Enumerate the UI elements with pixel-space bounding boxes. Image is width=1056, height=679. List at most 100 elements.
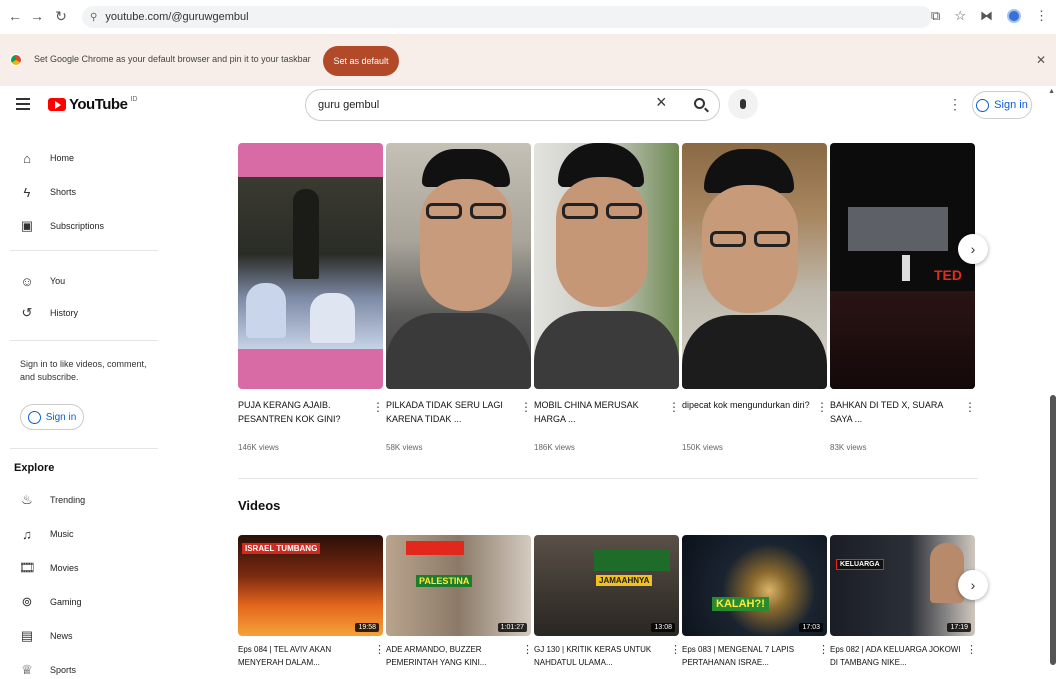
settings-kebab-icon[interactable]: ⋮ (948, 96, 962, 113)
sidebar-item-movies[interactable]: 🎞 Movies (0, 555, 160, 581)
video-title[interactable]: Eps 084 | TEL AVIV AKAN MENYERAH DALAM..… (238, 643, 370, 669)
more-actions-icon[interactable]: ⋮ (816, 400, 828, 414)
more-actions-icon[interactable]: ⋮ (374, 643, 385, 656)
sidebar-sign-in-button[interactable]: Sign in (20, 404, 84, 430)
short-views: 186K views (534, 443, 575, 452)
sidebar-item-label: You (50, 276, 66, 286)
more-actions-icon[interactable]: ⋮ (670, 643, 681, 656)
short-title[interactable]: BAHKAN DI TED X, SUARA SAYA ... (830, 398, 958, 426)
search-button[interactable] (684, 92, 714, 114)
scroll-up-icon[interactable]: ▲ (1048, 88, 1055, 95)
sidebar-item-label: Gaming (50, 597, 82, 607)
sidebar-item-label: News (50, 631, 73, 641)
short-thumbnail[interactable] (682, 143, 827, 389)
reload-icon[interactable]: ↻ (50, 8, 72, 25)
video-thumbnail[interactable]: ISRAEL TUMBANG 19:58 (238, 535, 383, 636)
shorts-next-button[interactable]: › (958, 234, 988, 264)
chrome-menu-icon[interactable]: ⋮ (1035, 8, 1048, 24)
page-scrollbar[interactable] (1050, 395, 1056, 665)
set-as-default-button[interactable]: Set as default (323, 46, 399, 76)
infobar-message: Set Google Chrome as your default browse… (34, 54, 311, 64)
news-icon: ▤ (20, 628, 34, 643)
ted-logo: TED (934, 267, 962, 283)
youtube-header: YouTube ID guru gembul × ⋮ Sign in (0, 86, 1056, 130)
address-bar[interactable]: ⚲ youtube.com/@guruwgembul (82, 6, 932, 28)
clear-search-icon[interactable]: × (656, 92, 667, 113)
short-card[interactable]: dipecat kok mengundurkan diri? 150K view… (682, 143, 828, 452)
sidebar-item-trending[interactable]: ♨ Trending (0, 487, 160, 513)
video-thumbnail[interactable]: KELUARGA 17:19 (830, 535, 975, 636)
short-thumbnail[interactable] (534, 143, 679, 389)
sidebar-item-subscriptions[interactable]: ▣ Subscriptions (0, 213, 160, 239)
video-duration: 19:58 (355, 623, 379, 632)
hamburger-menu-icon[interactable] (16, 98, 30, 110)
short-card[interactable]: MOBIL CHINA MERUSAK HARGA ... 186K views… (534, 143, 680, 452)
video-title[interactable]: Eps 083 | MENGENAL 7 LAPIS PERTAHANAN IS… (682, 643, 814, 669)
close-icon[interactable]: ✕ (1036, 53, 1046, 67)
more-actions-icon[interactable]: ⋮ (668, 400, 680, 414)
sidebar-item-label: Music (50, 529, 74, 539)
microphone-icon (740, 99, 746, 109)
short-title[interactable]: PUJA KERANG AJAIB. PESANTREN KOK GINI? (238, 398, 366, 426)
default-browser-infobar: Set Google Chrome as your default browse… (0, 34, 1056, 86)
bookmark-star-icon[interactable]: ☆ (954, 8, 966, 24)
profile-avatar[interactable] (1007, 9, 1021, 23)
shorts-icon: ϟ (23, 184, 31, 200)
sidebar: ⌂ Home ϟ Shorts ▣ Subscriptions ☺ You ↺ … (0, 130, 160, 679)
more-actions-icon[interactable]: ⋮ (818, 643, 829, 656)
video-thumbnail[interactable]: KALAH?! 17:03 (682, 535, 827, 636)
sidebar-item-label: Subscriptions (50, 221, 105, 231)
video-title[interactable]: Eps 082 | ADA KELUARGA JOKOWI DI TAMBANG… (830, 643, 962, 669)
extensions-icon[interactable]: ⧓ (980, 8, 993, 24)
youtube-logo[interactable]: YouTube ID (48, 96, 137, 113)
forward-icon[interactable]: → (26, 8, 48, 24)
you-icon: ☺ (20, 273, 34, 289)
sidebar-item-news[interactable]: ▤ News (0, 623, 160, 649)
sidebar-item-sports[interactable]: ♕ Sports (0, 657, 160, 679)
more-actions-icon[interactable]: ⋮ (964, 400, 976, 414)
short-card[interactable]: PILKADA TIDAK SERU LAGI KARENA TIDAK ...… (386, 143, 532, 452)
short-title[interactable]: PILKADA TIDAK SERU LAGI KARENA TIDAK ... (386, 398, 514, 426)
more-actions-icon[interactable]: ⋮ (372, 400, 384, 414)
back-icon[interactable]: ← (4, 8, 26, 24)
video-card[interactable]: JAMAAHNYA 13:08 GJ 130 | KRITIK KERAS UN… (534, 535, 681, 667)
short-thumbnail[interactable] (238, 143, 383, 389)
sidebar-item-label: Home (50, 153, 75, 163)
chevron-right-icon: › (970, 241, 976, 257)
short-card[interactable]: TED BAHKAN DI TED X, SUARA SAYA ... 83K … (830, 143, 976, 452)
section-divider (238, 478, 978, 479)
sidebar-item-music[interactable]: ♫ Music (0, 521, 160, 547)
sports-icon: ♕ (21, 662, 33, 677)
video-thumbnail[interactable]: PALESTINA 1:01:27 (386, 535, 531, 636)
sign-in-button[interactable]: Sign in (972, 91, 1032, 119)
short-title[interactable]: MOBIL CHINA MERUSAK HARGA ... (534, 398, 662, 426)
sidebar-item-home[interactable]: ⌂ Home (0, 145, 160, 171)
home-icon: ⌂ (23, 150, 31, 166)
video-title[interactable]: ADE ARMANDO, BUZZER PEMERINTAH YANG KINI… (386, 643, 518, 669)
video-card[interactable]: ISRAEL TUMBANG 19:58 Eps 084 | TEL AVIV … (238, 535, 385, 667)
more-actions-icon[interactable]: ⋮ (520, 400, 532, 414)
sidebar-item-gaming[interactable]: ⊚ Gaming (0, 589, 160, 615)
video-duration: 1:01:27 (497, 623, 527, 632)
short-views: 58K views (386, 443, 423, 452)
video-card[interactable]: KELUARGA 17:19 Eps 082 | ADA KELUARGA JO… (830, 535, 977, 667)
short-thumbnail[interactable]: TED (830, 143, 975, 389)
video-card[interactable]: KALAH?! 17:03 Eps 083 | MENGENAL 7 LAPIS… (682, 535, 829, 667)
video-card[interactable]: PALESTINA 1:01:27 ADE ARMANDO, BUZZER PE… (386, 535, 533, 667)
sidebar-item-you[interactable]: ☺ You (0, 268, 160, 294)
site-info-icon[interactable]: ⚲ (90, 12, 97, 23)
sidebar-item-label: Trending (50, 495, 86, 505)
sidebar-item-shorts[interactable]: ϟ Shorts (0, 179, 160, 205)
short-title[interactable]: dipecat kok mengundurkan diri? (682, 398, 810, 412)
video-title[interactable]: GJ 130 | KRITIK KERAS UNTUK NAHDATUL ULA… (534, 643, 666, 669)
more-actions-icon[interactable]: ⋮ (966, 643, 977, 656)
video-thumbnail[interactable]: JAMAAHNYA 13:08 (534, 535, 679, 636)
short-card[interactable]: PUJA KERANG AJAIB. PESANTREN KOK GINI? 1… (238, 143, 384, 452)
short-thumbnail[interactable] (386, 143, 531, 389)
sidebar-item-history[interactable]: ↺ History (0, 300, 160, 326)
voice-search-button[interactable] (728, 89, 758, 119)
more-actions-icon[interactable]: ⋮ (522, 643, 533, 656)
videos-next-button[interactable]: › (958, 570, 988, 600)
install-icon[interactable]: ⧉ (931, 8, 940, 24)
videos-section-heading[interactable]: Videos (238, 498, 280, 513)
